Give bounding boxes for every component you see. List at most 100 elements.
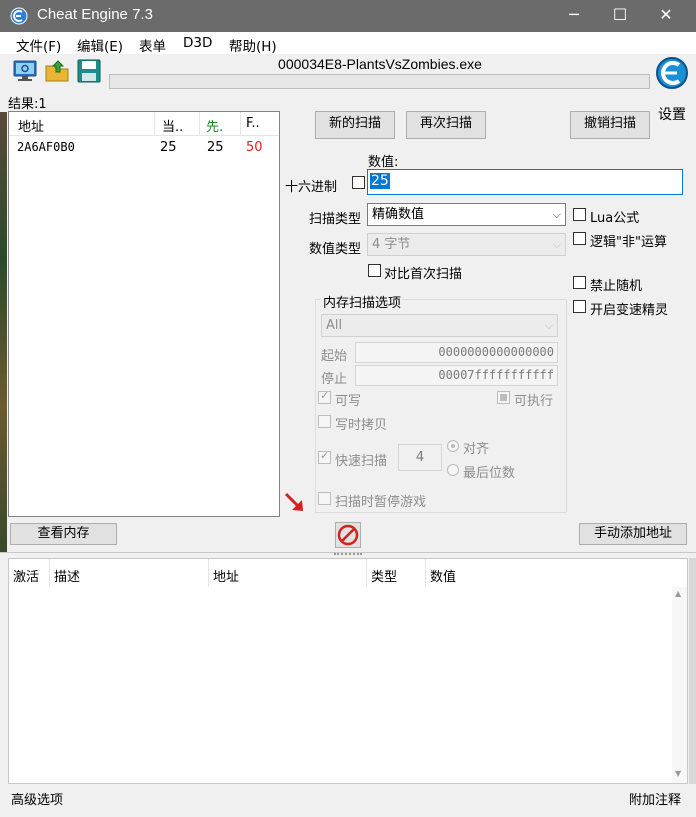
view-memory-button[interactable]: 查看内存 <box>10 523 117 545</box>
not-logic-label: 逻辑"非"运算 <box>590 235 667 250</box>
menu-file[interactable]: 文件(F) <box>16 35 61 55</box>
copy-on-write-checkbox[interactable] <box>318 415 331 428</box>
add-to-list-button[interactable] <box>281 489 308 516</box>
vertical-scrollbar[interactable]: ▲ ▼ <box>672 587 687 783</box>
last-digits-radio[interactable] <box>447 464 459 476</box>
table-row[interactable]: 2A6AF0B0 25 25 50 <box>9 138 279 158</box>
header-divider <box>49 559 50 587</box>
speedhack-label: 开启变速精灵 <box>590 303 669 318</box>
menu-table[interactable]: 表单 <box>139 35 166 55</box>
no-random-checkbox[interactable] <box>573 276 586 289</box>
stop-address-input[interactable]: 00007fffffffffff <box>355 365 558 386</box>
header-address[interactable]: 地址 <box>213 566 239 585</box>
menu-edit[interactable]: 编辑(E) <box>77 35 123 55</box>
results-header: 地址 当.. 先. F.. <box>9 112 279 136</box>
align-radio[interactable] <box>447 440 459 452</box>
pause-game-label: 扫描时暂停游戏 <box>335 495 427 510</box>
no-entry-icon <box>335 522 361 548</box>
row-previous: 25 <box>207 140 224 155</box>
start-address-input[interactable]: 0000000000000000 <box>355 342 558 363</box>
scan-progress-bar <box>109 74 650 89</box>
value-label: 数值: <box>368 155 399 170</box>
header-address[interactable]: 地址 <box>18 116 44 135</box>
splitter-grip <box>334 553 362 555</box>
fast-scan-value-input[interactable]: 4 <box>398 444 442 471</box>
maximize-button[interactable]: ☐ <box>597 0 643 32</box>
hex-checkbox[interactable] <box>352 176 365 189</box>
header-previous[interactable]: 先. <box>206 116 223 135</box>
clear-list-button[interactable] <box>335 522 361 548</box>
open-process-button[interactable] <box>11 58 39 84</box>
scroll-down-icon[interactable]: ▼ <box>675 769 681 778</box>
cheat-engine-settings-icon <box>656 57 688 89</box>
memory-region-select[interactable]: All ⌵ <box>321 314 558 337</box>
new-scan-button[interactable]: 新的扫描 <box>315 111 395 139</box>
menu-bar: 文件(F) 编辑(E) 表单 D3D 帮助(H) <box>0 32 696 55</box>
chevron-down-icon: ⌵ <box>552 238 561 251</box>
lua-formula-label: Lua公式 <box>590 211 640 226</box>
header-divider <box>199 112 200 136</box>
header-value[interactable]: 数值 <box>430 566 456 585</box>
address-list-header: 激活 描述 地址 类型 数值 <box>9 559 687 587</box>
value-type-value: 4 字节 <box>372 237 411 252</box>
header-divider <box>366 559 367 587</box>
title-bar[interactable]: Cheat Engine 7.3 ─ ☐ ✕ <box>0 0 696 32</box>
save-disk-icon <box>77 59 101 83</box>
next-scan-button[interactable]: 再次扫描 <box>406 111 486 139</box>
align-label: 对齐 <box>463 442 490 457</box>
pause-game-checkbox[interactable] <box>318 492 331 505</box>
add-address-manually-button[interactable]: 手动添加地址 <box>579 523 687 545</box>
scan-value-input[interactable]: 25 <box>367 169 683 195</box>
value-type-select[interactable]: 4 字节 ⌵ <box>367 233 566 256</box>
lua-formula-checkbox[interactable] <box>573 208 586 221</box>
value-type-label: 数值类型 <box>309 242 362 257</box>
close-button[interactable]: ✕ <box>643 0 689 32</box>
settings-button[interactable] <box>655 56 691 94</box>
hex-label: 十六进制 <box>285 180 338 195</box>
open-folder-icon <box>45 60 69 82</box>
splitter[interactable] <box>0 552 696 557</box>
menu-help[interactable]: 帮助(H) <box>229 35 277 55</box>
advanced-options-link[interactable]: 高级选项 <box>11 789 63 808</box>
speedhack-checkbox[interactable] <box>573 300 586 313</box>
header-first[interactable]: F.. <box>246 116 260 131</box>
settings-label[interactable]: 设置 <box>658 104 686 124</box>
extra-comments-link[interactable]: 附加注释 <box>629 789 681 808</box>
header-type[interactable]: 类型 <box>371 566 397 585</box>
process-title: 000034E8-PlantsVsZombies.exe <box>278 56 482 72</box>
scan-type-value: 精确数值 <box>372 207 425 222</box>
red-arrow-icon <box>284 492 303 511</box>
scan-value-text: 25 <box>370 173 390 189</box>
save-button[interactable] <box>75 58 103 84</box>
scroll-up-icon[interactable]: ▲ <box>675 589 681 598</box>
not-logic-checkbox[interactable] <box>573 232 586 245</box>
header-current[interactable]: 当.. <box>162 116 183 135</box>
fast-scan-checkbox[interactable]: ✓ <box>318 449 331 464</box>
open-file-button[interactable] <box>44 58 72 84</box>
results-count: 结果:1 <box>8 97 47 112</box>
header-description[interactable]: 描述 <box>54 566 80 585</box>
stop-label: 停止 <box>321 372 348 387</box>
executable-checkbox[interactable] <box>497 391 510 404</box>
compare-first-label: 对比首次扫描 <box>384 267 463 282</box>
undo-scan-button[interactable]: 撤销扫描 <box>570 111 650 139</box>
copy-on-write-label: 写时拷贝 <box>335 418 388 433</box>
address-list[interactable]: 激活 描述 地址 类型 数值 ▲ ▼ <box>8 558 688 784</box>
background-window-edge <box>689 558 696 784</box>
window-title: Cheat Engine 7.3 <box>37 6 153 23</box>
minimize-button[interactable]: ─ <box>551 0 597 32</box>
header-divider <box>425 559 426 587</box>
scan-type-select[interactable]: 精确数值 ⌵ <box>367 203 566 226</box>
results-list[interactable]: 地址 当.. 先. F.. 2A6AF0B0 25 25 50 <box>8 111 280 517</box>
background-window-edge <box>0 112 7 552</box>
compare-first-checkbox[interactable] <box>368 264 381 277</box>
row-first: 50 <box>246 140 263 155</box>
row-address: 2A6AF0B0 <box>17 140 75 154</box>
row-current: 25 <box>160 140 177 155</box>
header-active[interactable]: 激活 <box>13 566 39 585</box>
writable-checkbox[interactable]: ✓ <box>318 389 331 404</box>
chevron-down-icon: ⌵ <box>552 208 561 221</box>
last-digits-label: 最后位数 <box>463 466 516 481</box>
menu-d3d[interactable]: D3D <box>183 35 212 51</box>
memory-region-value: All <box>326 318 343 333</box>
